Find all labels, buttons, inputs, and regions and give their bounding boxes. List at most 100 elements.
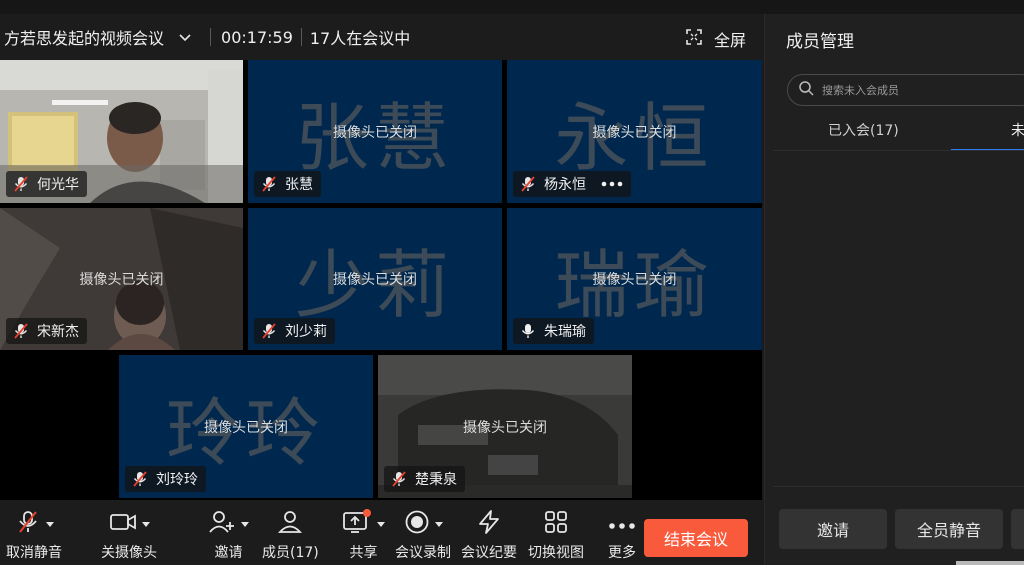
record-label: 会议录制 [395,545,451,561]
participant-nameplate: 杨永恒 [513,171,631,197]
participant-count[interactable]: 17人在会议中 [310,25,410,49]
camera-off-status: 摄像头已关闭 [204,419,288,436]
video-tile[interactable]: 少莉 摄像头已关闭 刘少莉 [248,208,502,350]
camera-off-status: 摄像头已关闭 [333,124,417,141]
unmute-label: 取消静音 [6,545,62,561]
meeting-header: 方若思发起的视频会议 00:17:59 17人在会议中 全屏 [0,14,762,60]
video-tile[interactable]: 摄像头已关闭 楚秉泉 [378,355,632,498]
window-top-strip [0,0,1024,14]
camera-icon [109,511,137,537]
chevron-down-icon[interactable] [377,521,385,527]
chevron-down-icon[interactable] [241,521,249,527]
video-tile[interactable]: 张慧 摄像头已关闭 张慧 [248,60,502,203]
record-button[interactable]: 会议录制 [395,508,451,562]
member-search-input[interactable] [822,83,1012,97]
mic-off-icon [12,175,30,193]
video-tile[interactable]: 瑞瑜 摄像头已关闭 朱瑞瑜 [507,208,762,350]
participant-nameplate: 楚秉泉 [384,466,465,492]
members-label: 成员(17) [262,545,319,561]
unmute-button[interactable]: 取消静音 [6,508,62,562]
participant-name: 张慧 [285,177,313,193]
participant-nameplate: 宋新杰 [6,318,87,344]
panel-extra-button[interactable] [1011,509,1024,549]
invite-button[interactable]: 邀请 [208,508,249,562]
add-user-icon [208,509,236,539]
search-icon [798,80,814,100]
chevron-down-icon[interactable] [141,521,150,527]
switch-view-label: 切换视图 [528,545,584,561]
chevron-down-icon[interactable] [434,521,443,527]
participant-name: 刘玲玲 [156,472,198,488]
meeting-app: 方若思发起的视频会议 00:17:59 17人在会议中 全屏 何光华 张慧 摄像… [0,0,1024,565]
switch-view-button[interactable]: 切换视图 [528,508,584,562]
more-options-icon[interactable] [601,181,623,187]
video-grid: 何光华 张慧 摄像头已关闭 张慧 永恒 摄像头已关闭 杨永恒 摄像头已关闭 宋新… [0,60,762,500]
mic-off-icon [260,175,278,193]
camera-off-status: 摄像头已关闭 [592,272,677,288]
participant-name: 何光华 [37,177,79,193]
scroll-indicator [956,561,1024,565]
mic-icon [519,322,537,340]
tab-not-joined[interactable]: 未 [1011,120,1024,140]
members-icon [277,509,303,539]
participant-nameplate: 张慧 [254,171,321,197]
mic-off-icon [131,470,149,488]
video-tile[interactable]: 永恒 摄像头已关闭 杨永恒 [507,60,762,203]
tab-joined[interactable]: 已入会(17) [828,120,899,140]
meeting-timer: 00:17:59 [221,27,293,47]
participant-name: 杨永恒 [544,177,586,193]
participant-nameplate: 刘玲玲 [125,466,206,492]
mic-off-icon [519,175,537,193]
invite-label: 邀请 [214,545,243,561]
camera-off-status: 摄像头已关闭 [79,272,164,288]
mic-off-icon [12,322,30,340]
camera-off-label: 关摄像头 [101,545,157,561]
member-management-panel: 成员管理 已入会(17) 未 邀请 全员静音 [764,14,1024,565]
meeting-minutes-label: 会议纪要 [461,545,517,561]
chevron-down-icon[interactable] [176,28,194,46]
more-button[interactable]: 更多 [608,508,636,562]
camera-off-status: 摄像头已关闭 [592,124,677,141]
meeting-minutes-button[interactable]: 会议纪要 [461,508,517,562]
tab-divider [773,150,1024,151]
participant-name: 宋新杰 [37,324,79,340]
mic-off-icon [390,470,408,488]
mic-off-icon [260,322,278,340]
record-icon [404,509,430,539]
more-icon [608,515,636,534]
mic-off-icon [15,509,41,539]
grid-view-icon [543,509,569,539]
panel-invite-button[interactable]: 邀请 [779,509,887,549]
participant-name: 刘少莉 [285,324,327,340]
member-tabs: 已入会(17) 未 [773,120,1024,152]
fullscreen-icon [686,29,702,49]
participant-name: 朱瑞瑜 [544,324,586,340]
video-tile[interactable]: 玲玲 摄像头已关闭 刘玲玲 [119,355,373,498]
header-divider [300,28,302,46]
panel-title: 成员管理 [786,32,854,52]
members-button[interactable]: 成员(17) [262,508,319,562]
video-tile[interactable]: 何光华 [0,60,243,203]
more-label: 更多 [608,545,636,561]
camera-off-status: 摄像头已关闭 [463,419,547,436]
participant-nameplate: 朱瑞瑜 [513,318,594,344]
meeting-toolbar: 取消静音 关摄像头 邀请 成员(17) 共享 会议录制 会议纪要 切换视图 更多… [0,500,762,565]
fullscreen-label: 全屏 [713,31,746,50]
camera-off-status: 摄像头已关闭 [333,272,417,288]
panel-footer-divider [773,486,1024,487]
header-divider [210,28,212,46]
participant-nameplate: 何光华 [6,171,87,197]
video-tile[interactable]: 摄像头已关闭 宋新杰 [0,208,243,350]
member-search-box[interactable] [787,74,1024,106]
fullscreen-button[interactable]: 全屏 [686,27,746,51]
lightning-icon [475,509,503,539]
share-label: 共享 [349,545,378,561]
camera-off-button[interactable]: 关摄像头 [101,508,157,562]
meeting-title[interactable]: 方若思发起的视频会议 [4,25,164,49]
chevron-down-icon[interactable] [45,521,54,527]
mute-all-button[interactable]: 全员静音 [895,509,1003,549]
participant-nameplate: 刘少莉 [254,318,335,344]
share-button[interactable]: 共享 [342,508,385,562]
end-meeting-button[interactable]: 结束会议 [644,519,748,557]
participant-name: 楚秉泉 [415,472,457,488]
